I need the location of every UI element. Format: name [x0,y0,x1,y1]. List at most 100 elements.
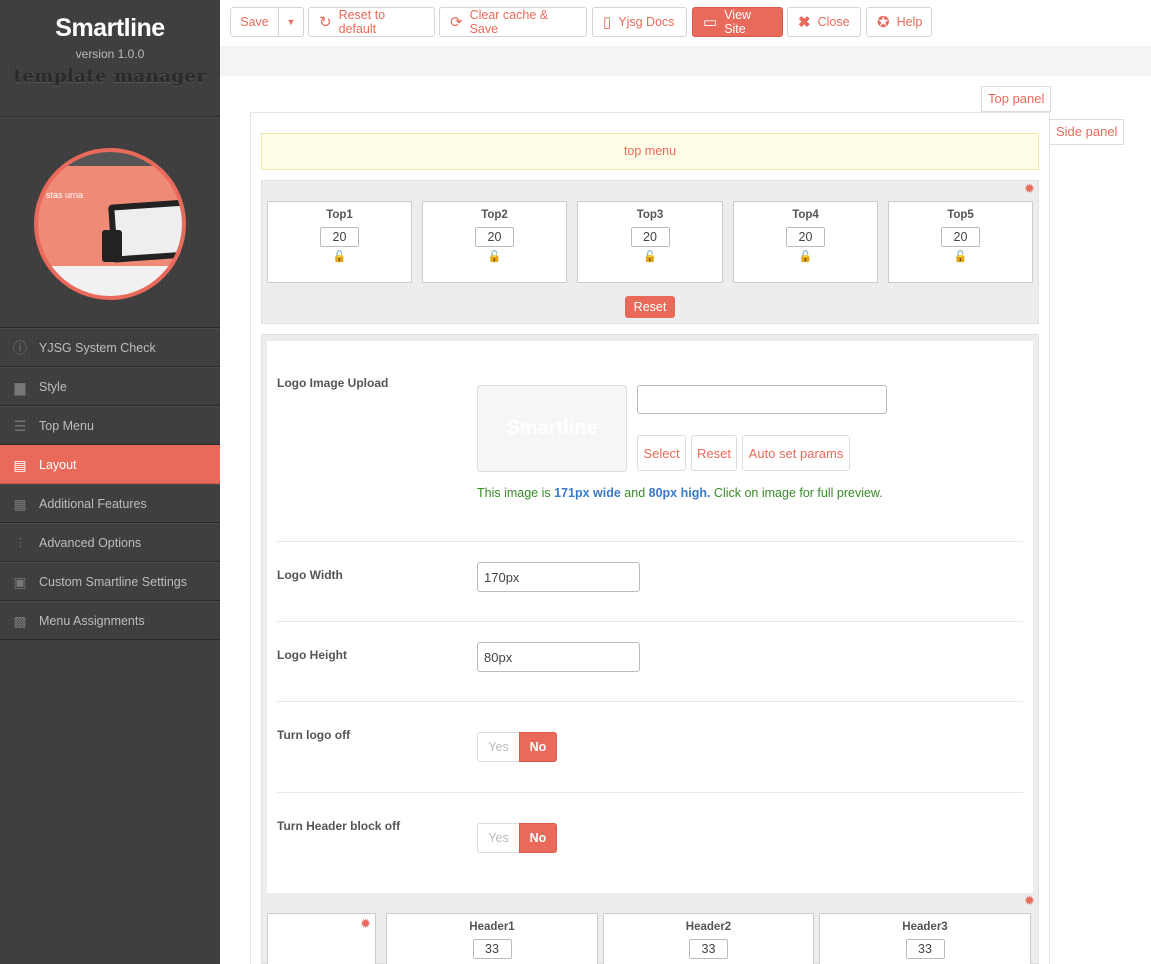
sidebar-item-label: Custom Smartline Settings [39,574,187,589]
position-name: Header2 [685,921,732,933]
template-preview-thumbnail[interactable]: stas urna [34,148,186,300]
position-name: Top2 [481,209,508,221]
preview-text: stas urna [46,190,84,200]
reset-positions-button[interactable]: Reset [625,296,675,318]
info-prefix: This image is [477,486,555,500]
preview-header-bar [38,152,182,166]
turn-logo-off-toggle: Yes No [477,732,557,762]
sidebar-item-additional-features[interactable]: ▦ Additional Features [0,484,220,523]
sidebar-item-label: Style [39,379,67,394]
docs-label: Yjsg Docs [618,15,675,29]
position-header3: Header3 33 [819,913,1031,964]
logo-width-label: Logo Width [277,568,343,582]
save-dropdown-button[interactable]: ▼ [278,7,304,37]
logo-settings-card [267,341,1033,893]
position-top3: Top3 20 🔓 [577,201,723,283]
position-logo-slot: ✹ [267,913,376,964]
divider [277,701,1023,702]
position-name: Top3 [636,209,664,221]
clear-cache-label: Clear cache & Save [469,8,549,36]
auto-set-params-button[interactable]: Auto set params [742,435,850,471]
sidebar-item-label: Additional Features [39,496,147,511]
position-name: Header3 [902,921,948,933]
turn-logo-off-no[interactable]: No [519,732,557,762]
clear-cache-save-button[interactable]: ⟳ Clear cache & Save [439,7,587,37]
logo-thumbnail[interactable]: Smartline [477,385,627,472]
help-label: Help [896,15,923,29]
position-top2: Top2 20 🔓 [422,201,567,283]
logo-height-input[interactable]: 80px [477,642,640,672]
logo-upload-label: Logo Image Upload [277,376,389,390]
turn-logo-off-yes[interactable]: Yes [477,732,519,762]
position-width-input[interactable]: 20 [630,227,670,247]
sync-icon: ⟳ [450,13,463,31]
logo-width-input[interactable]: 170px [477,562,640,592]
gear-icon[interactable]: ✹ [1024,894,1035,907]
sidebar-item-top-menu[interactable]: ☰ Top Menu [0,406,220,445]
top-menu-placeholder: top menu [261,133,1039,170]
divider [277,621,1023,622]
position-header2: Header2 33 [603,913,814,964]
sidebar-item-menu-assignments[interactable]: ▩ Menu Assignments [0,601,220,640]
sidebar-item-style[interactable]: ▆ Style [0,367,220,406]
sitemap-icon: ▩ [13,612,27,629]
unlock-icon[interactable]: 🔓 [423,250,566,263]
sidebar: Smartline version 1.0.0 template manager… [0,0,220,964]
unlock-icon[interactable]: 🔓 [578,250,722,263]
turn-header-off-yes[interactable]: Yes [477,823,519,853]
position-top1: Top1 20 🔓 [267,201,412,283]
position-width-input[interactable]: 33 [905,939,945,959]
toolbar: Save ▼ ↻ Reset to default ⟳ Clear cache … [220,0,1151,46]
divider [277,541,1023,542]
tab-side-panel[interactable]: Side panel [1049,119,1125,145]
position-width-input[interactable]: 20 [786,227,825,247]
close-button[interactable]: ✖ Close [787,7,861,37]
logo-info-text: This image is 171px wide and 80px high. … [477,486,883,500]
sidebar-item-label: Top Menu [39,418,94,433]
unlock-icon[interactable]: 🔓 [889,250,1032,263]
toolbar-separator-strip [220,46,1151,76]
save-button[interactable]: Save [230,7,279,37]
yjsg-docs-button[interactable]: ▯ Yjsg Docs [592,7,687,37]
sidebar-item-advanced-options[interactable]: ⫶ Advanced Options [0,523,220,562]
position-width-input[interactable]: 33 [689,939,728,959]
logo-path-input[interactable] [637,385,887,414]
template-preview-area: stas urna [0,117,220,328]
reset-to-default-label: Reset to default [338,8,386,36]
position-width-input[interactable]: 20 [941,227,980,247]
features-icon: ▦ [13,495,27,512]
view-site-label: View Site [724,8,752,36]
reset-to-default-button[interactable]: ↻ Reset to default [308,7,435,37]
info-and: and [620,486,649,500]
sliders-icon: ⫶ [18,534,22,551]
info-circle-icon: ⓘ [13,339,27,356]
unlock-icon[interactable]: 🔓 [734,250,877,263]
turn-header-off-label: Turn Header block off [277,819,401,833]
position-name: Top4 [792,209,819,221]
position-width-input[interactable]: 33 [472,939,512,959]
sidebar-item-label: Advanced Options [39,535,142,550]
position-name: Top5 [947,209,974,221]
tab-top-panel[interactable]: Top panel [981,86,1052,112]
gear-icon[interactable]: ✹ [1024,182,1035,195]
position-top5: Top5 20 🔓 [888,201,1033,283]
info-suffix: Click on image for full preview. [710,486,883,500]
sidebar-item-system-check[interactable]: ⓘ YJSG System Check [0,328,220,367]
logo-reset-button[interactable]: Reset [691,435,737,471]
sidebar-item-custom-settings[interactable]: ▣ Custom Smartline Settings [0,562,220,601]
gear-icon[interactable]: ✹ [360,917,371,930]
position-width-input[interactable]: 20 [475,227,514,247]
brand-version: version 1.0.0 [75,47,145,61]
save-button-label: Save [240,15,269,29]
layers-icon: ▆ [14,378,26,395]
monitor-icon: ▭ [703,13,718,31]
turn-header-off-no[interactable]: No [519,823,557,853]
logo-select-button[interactable]: Select [637,435,686,471]
sidebar-item-layout[interactable]: ▤ Layout [0,445,220,484]
unlock-icon[interactable]: 🔓 [268,250,411,263]
close-icon: ✖ [798,13,811,31]
help-button[interactable]: ✪ Help [866,7,932,37]
position-width-input[interactable]: 20 [320,227,359,247]
custom-settings-icon: ▣ [13,573,27,590]
view-site-button[interactable]: ▭ View Site [692,7,783,37]
